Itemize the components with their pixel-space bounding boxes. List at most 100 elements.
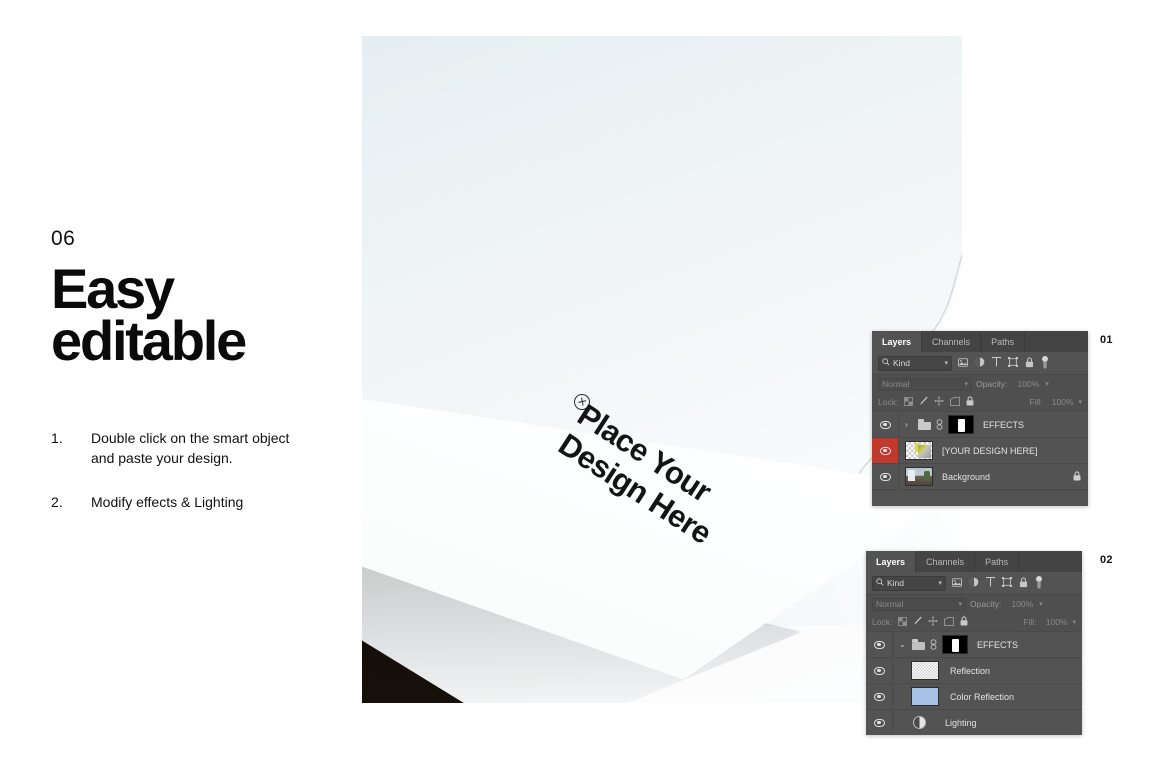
lock-artboard-nesting-icon[interactable]: [950, 396, 961, 408]
layer-mask-thumbnail[interactable]: [948, 415, 974, 434]
layer-content[interactable]: Reflection: [893, 658, 1082, 683]
filter-icon-group: [952, 575, 1043, 591]
tab-layers[interactable]: Layers: [866, 551, 917, 572]
filter-kind-select[interactable]: Kind ▾: [878, 355, 952, 371]
lock-image-pixels-icon[interactable]: [913, 616, 922, 628]
lock-artboard-nesting-icon[interactable]: [944, 616, 955, 628]
smart-object-filter-icon[interactable]: [1025, 356, 1034, 370]
opacity-stepper-icon[interactable]: ▾: [1045, 380, 1049, 388]
filter-toggle-switch-icon[interactable]: [1041, 355, 1049, 371]
opacity-stepper-icon[interactable]: ▾: [1039, 600, 1043, 608]
layer-thumbnail[interactable]: [911, 687, 939, 706]
fill-group: Fill: 100% ▾: [1029, 397, 1082, 407]
layer-content[interactable]: [YOUR DESIGN HERE]: [899, 438, 1088, 463]
tab-channels[interactable]: Channels: [916, 551, 976, 572]
layer-thumbnail[interactable]: [911, 661, 939, 680]
tab-layers[interactable]: Layers: [872, 331, 923, 352]
tab-paths[interactable]: Paths: [981, 331, 1026, 352]
layer-filter-row: Kind ▾: [872, 352, 1088, 374]
blend-mode-select[interactable]: Normal ▾: [872, 597, 966, 611]
step-number: 06: [51, 227, 76, 250]
table-row[interactable]: Color Reflection: [866, 683, 1082, 709]
link-icon[interactable]: [936, 419, 943, 430]
eye-icon: [879, 446, 891, 455]
search-icon: [882, 358, 890, 368]
layer-visibility-toggle[interactable]: [866, 632, 893, 657]
lock-transparent-pixels-icon[interactable]: [898, 616, 908, 628]
adjustment-layer-thumbnail[interactable]: [913, 716, 926, 729]
filter-kind-value: Kind: [893, 358, 911, 368]
tab-paths[interactable]: Paths: [975, 551, 1020, 572]
fill-value[interactable]: 100%: [1039, 617, 1068, 627]
layer-name: EFFECTS: [983, 419, 1025, 430]
lock-all-icon[interactable]: [960, 616, 968, 628]
type-layer-filter-icon[interactable]: [992, 356, 1001, 369]
eye-icon: [873, 718, 885, 727]
layers-panel-02[interactable]: Layers Channels Paths Kind ▾ Normal ▾ Op…: [866, 551, 1082, 735]
layers-panel-01[interactable]: Layers Channels Paths Kind ▾ Normal ▾ Op…: [872, 331, 1088, 506]
opacity-label: Opacity:: [976, 379, 1008, 389]
link-icon[interactable]: [930, 639, 937, 650]
layer-list: ⌄ EFFECTS Reflection Color Reflection Li…: [866, 631, 1082, 735]
layer-content[interactable]: Color Reflection: [893, 684, 1082, 709]
pixel-layer-filter-icon[interactable]: [958, 357, 968, 369]
shape-layer-filter-icon[interactable]: [1002, 577, 1012, 589]
tab-channels[interactable]: Channels: [922, 331, 982, 352]
fill-label: Fill:: [1023, 617, 1037, 627]
table-row[interactable]: Lighting: [866, 709, 1082, 735]
layer-name: Color Reflection: [950, 691, 1015, 702]
layer-content[interactable]: Lighting: [893, 710, 1082, 735]
layer-mask-thumbnail[interactable]: [942, 635, 968, 654]
fill-stepper-icon[interactable]: ▾: [1072, 618, 1076, 626]
lock-image-pixels-icon[interactable]: [919, 396, 928, 408]
opacity-value[interactable]: 100%: [1011, 379, 1039, 389]
lock-position-icon[interactable]: [928, 616, 939, 628]
layer-content[interactable]: Background: [899, 464, 1088, 489]
lock-transparent-pixels-icon[interactable]: [904, 396, 914, 408]
layer-visibility-toggle[interactable]: [872, 412, 899, 437]
table-row[interactable]: Reflection: [866, 657, 1082, 683]
pixel-layer-filter-icon[interactable]: [952, 577, 962, 589]
fill-value[interactable]: 100%: [1045, 397, 1074, 407]
table-row[interactable]: [YOUR DESIGN HERE]: [872, 437, 1088, 463]
layer-content[interactable]: ⌄ EFFECTS: [893, 632, 1082, 657]
layer-visibility-toggle[interactable]: [866, 684, 893, 709]
eye-icon: [873, 666, 885, 675]
layer-thumbnail[interactable]: [905, 441, 933, 460]
table-row[interactable]: Background: [872, 463, 1088, 489]
layer-name: [YOUR DESIGN HERE]: [942, 445, 1038, 456]
adjustment-layer-filter-icon[interactable]: [969, 577, 979, 589]
lock-all-icon[interactable]: [966, 396, 974, 408]
filter-toggle-switch-icon[interactable]: [1035, 575, 1043, 591]
layer-visibility-toggle[interactable]: [872, 438, 899, 463]
layer-visibility-toggle[interactable]: [872, 464, 899, 489]
table-row[interactable]: ⌄ EFFECTS: [866, 631, 1082, 657]
fill-group: Fill: 100% ▾: [1023, 617, 1076, 627]
layer-visibility-toggle[interactable]: [866, 710, 893, 735]
lock-row-label: Lock:: [878, 397, 899, 407]
shape-layer-filter-icon[interactable]: [1008, 357, 1018, 369]
search-icon: [876, 578, 884, 588]
eye-icon: [873, 692, 885, 701]
folder-open-icon: [912, 638, 925, 650]
blend-mode-select[interactable]: Normal ▾: [878, 377, 972, 391]
chevron-down-icon[interactable]: ⌄: [899, 640, 907, 649]
fill-stepper-icon[interactable]: ▾: [1078, 398, 1082, 406]
layer-thumbnail[interactable]: [905, 467, 933, 486]
layer-content[interactable]: › EFFECTS: [899, 412, 1088, 437]
adjustment-layer-filter-icon[interactable]: [975, 357, 985, 369]
type-layer-filter-icon[interactable]: [986, 576, 995, 589]
lock-position-icon[interactable]: [934, 396, 945, 408]
filter-kind-select[interactable]: Kind ▾: [872, 575, 946, 591]
blend-mode-row: Normal ▾ Opacity: 100% ▾: [866, 594, 1082, 613]
opacity-value[interactable]: 100%: [1005, 599, 1033, 609]
chevron-down-icon: ▾: [938, 580, 942, 587]
blend-mode-row: Normal ▾ Opacity: 100% ▾: [872, 374, 1088, 393]
chevron-right-icon[interactable]: ›: [905, 420, 913, 429]
filter-kind-value: Kind: [887, 578, 905, 588]
layer-name: Background: [942, 471, 991, 482]
smart-object-filter-icon[interactable]: [1019, 576, 1028, 590]
table-row[interactable]: › EFFECTS: [872, 411, 1088, 437]
layer-visibility-toggle[interactable]: [866, 658, 893, 683]
lock-icon-group: [898, 616, 968, 628]
